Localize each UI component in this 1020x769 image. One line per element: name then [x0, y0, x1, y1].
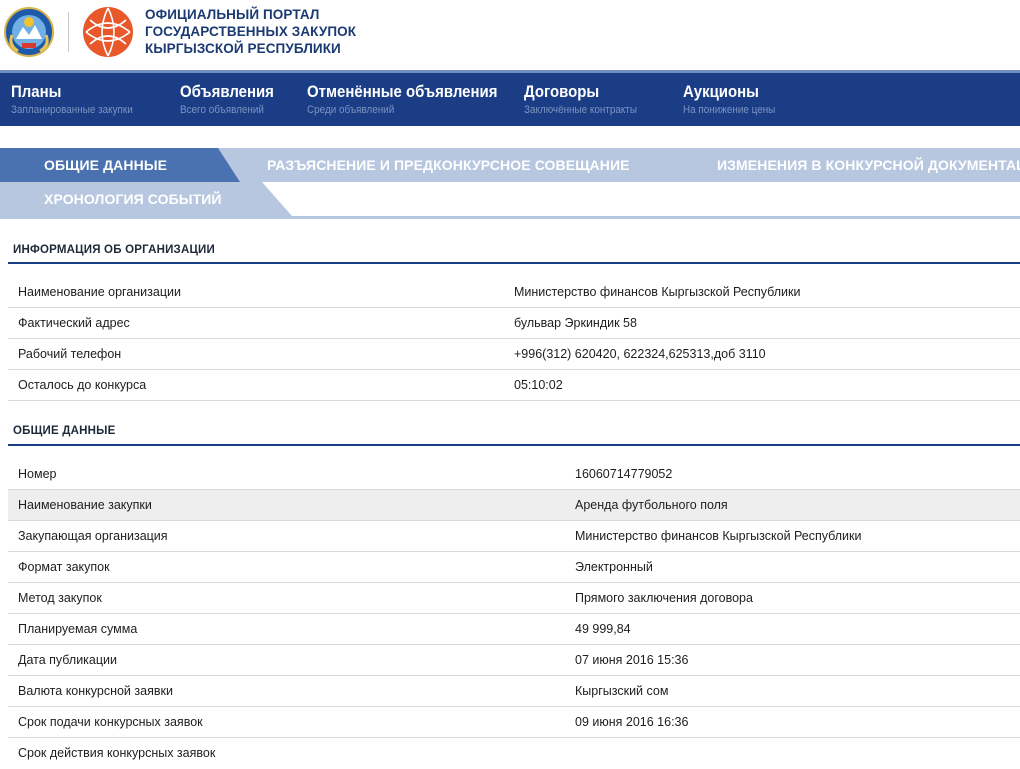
- tab-label: РАЗЪЯСНЕНИЕ И ПРЕДКОНКУРСНОЕ СОВЕЩАНИЕ: [267, 157, 630, 173]
- kyrgyz-emblem-icon[interactable]: [4, 5, 54, 59]
- row-value: 09 июня 2016 16:36: [575, 715, 689, 729]
- row-label: Рабочий телефон: [18, 347, 122, 361]
- row-label: Формат закупок: [18, 560, 110, 574]
- tab-label: ИЗМЕНЕНИЯ В КОНКУРСНОЙ ДОКУМЕНТАЦИИ: [717, 157, 1020, 173]
- row-label: Номер: [18, 467, 57, 481]
- row-value: Электронный: [575, 560, 653, 574]
- tab-label: ОБЩИЕ ДАННЫЕ: [44, 157, 168, 173]
- nav-item-contracts[interactable]: Договоры Заключённые контракты: [524, 82, 650, 116]
- nav-label: Планы: [11, 82, 62, 101]
- tab-label: ХРОНОЛОГИЯ СОБЫТИЙ: [44, 191, 222, 207]
- nav-item-plans[interactable]: Планы Запланированные закупки: [11, 82, 146, 116]
- detail-tabs: РАЗЪЯСНЕНИЕ И ПРЕДКОНКУРСНОЕ СОВЕЩАНИЕ И…: [0, 148, 1020, 218]
- nav-label: Отменённые объявления: [307, 82, 498, 101]
- nav-sub: На понижение цены: [683, 104, 776, 116]
- row-value: 07 июня 2016 15:36: [575, 653, 689, 667]
- table-row: Рабочий телефон +996(312) 620420, 622324…: [8, 339, 1020, 370]
- table-row: Наименование закупки Аренда футбольного …: [8, 490, 1020, 521]
- nav-sub: Среди объявлений: [307, 104, 395, 116]
- table-row: Валюта конкурсной заявки Кыргызский сом: [8, 676, 1020, 707]
- site-header: ОФИЦИАЛЬНЫЙ ПОРТАЛ ГОСУДАРСТВЕННЫХ ЗАКУП…: [0, 0, 1020, 70]
- row-value: +996(312) 620420, 622324,625313,доб 3110: [514, 347, 766, 361]
- table-row: Осталось до конкурса 05:10:02: [8, 370, 1020, 401]
- row-value: 49 999,84: [575, 622, 631, 636]
- table-row: Срок подачи конкурсных заявок 09 июня 20…: [8, 707, 1020, 738]
- tabs-underline: [0, 216, 1020, 219]
- tab-general-data[interactable]: ОБЩИЕ ДАННЫЕ: [0, 148, 240, 182]
- portal-title-line-3: КЫРГЫЗСКОЙ РЕСПУБЛИКИ: [145, 41, 341, 56]
- row-value: Аренда футбольного поля: [575, 498, 728, 512]
- portal-title-line-2: ГОСУДАРСТВЕННЫХ ЗАКУПОК: [145, 24, 357, 39]
- row-label: Осталось до конкурса: [18, 378, 147, 392]
- nav-item-auctions[interactable]: Аукционы На понижение цены: [683, 82, 786, 116]
- nav-sub: Всего объявлений: [180, 104, 264, 116]
- row-label: Планируемая сумма: [18, 622, 138, 636]
- row-value: Кыргызский сом: [575, 684, 669, 698]
- countdown-value: 05:10:02: [514, 378, 563, 392]
- row-value: 16060714779052: [575, 467, 673, 481]
- tab-clarifications[interactable]: РАЗЪЯСНЕНИЕ И ПРЕДКОНКУРСНОЕ СОВЕЩАНИЕ: [222, 148, 674, 182]
- table-row: Планируемая сумма 49 999,84: [8, 614, 1020, 645]
- table-row: Фактический адрес бульвар Эркиндик 58: [8, 308, 1020, 339]
- row-label: Валюта конкурсной заявки: [18, 684, 173, 698]
- section-title-organization: ИНФОРМАЦИЯ ОБ ОРГАНИЗАЦИИ: [13, 244, 215, 256]
- row-label: Метод закупок: [18, 591, 102, 605]
- section-title-general: ОБЩИЕ ДАННЫЕ: [13, 425, 116, 437]
- nav-label: Аукционы: [683, 82, 759, 101]
- nav-label: Объявления: [180, 82, 274, 101]
- row-label: Срок действия конкурсных заявок: [18, 746, 216, 760]
- row-label: Фактический адрес: [18, 316, 130, 330]
- header-divider: [68, 12, 69, 52]
- row-value: бульвар Эркиндик 58: [514, 316, 637, 330]
- table-row: Метод закупок Прямого заключения договор…: [8, 583, 1020, 614]
- row-value: Прямого заключения договора: [575, 591, 753, 605]
- nav-label: Договоры: [524, 82, 600, 101]
- row-label: Срок подачи конкурсных заявок: [18, 715, 203, 729]
- table-row: Формат закупок Электронный: [8, 552, 1020, 583]
- row-label: Дата публикации: [18, 653, 118, 667]
- section-divider: [8, 262, 1020, 264]
- nav-sub: Заключённые контракты: [524, 104, 637, 116]
- nav-item-cancelled[interactable]: Отменённые объявления Среди объявлений: [307, 82, 523, 116]
- row-label: Наименование закупки: [18, 498, 152, 512]
- row-value: Министерство финансов Кыргызской Республ…: [575, 529, 862, 543]
- row-label: Наименование организации: [18, 285, 181, 299]
- table-row: Номер 16060714779052: [8, 459, 1020, 490]
- table-row: Наименование организации Министерство фи…: [8, 277, 1020, 308]
- nav-sub: Запланированные закупки: [11, 104, 133, 116]
- section-divider: [8, 444, 1020, 446]
- main-nav: Планы Запланированные закупки Объявления…: [0, 70, 1020, 126]
- portal-title[interactable]: ОФИЦИАЛЬНЫЙ ПОРТАЛ ГОСУДАРСТВЕННЫХ ЗАКУП…: [145, 6, 445, 57]
- portal-title-line-1: ОФИЦИАЛЬНЫЙ ПОРТАЛ: [145, 7, 320, 22]
- row-value: Министерство финансов Кыргызской Республ…: [514, 285, 801, 299]
- table-row: Срок действия конкурсных заявок: [8, 738, 1020, 769]
- tab-doc-changes[interactable]: ИЗМЕНЕНИЯ В КОНКУРСНОЙ ДОКУМЕНТАЦИИ: [670, 148, 1020, 182]
- tab-event-history[interactable]: ХРОНОЛОГИЯ СОБЫТИЙ: [0, 182, 292, 216]
- table-row: Дата публикации 07 июня 2016 15:36: [8, 645, 1020, 676]
- procurement-portal-logo-icon[interactable]: [82, 6, 134, 58]
- table-row: Закупающая организация Министерство фина…: [8, 521, 1020, 552]
- row-label: Закупающая организация: [18, 529, 168, 543]
- nav-item-announcements[interactable]: Объявления Всего объявлений: [180, 82, 287, 116]
